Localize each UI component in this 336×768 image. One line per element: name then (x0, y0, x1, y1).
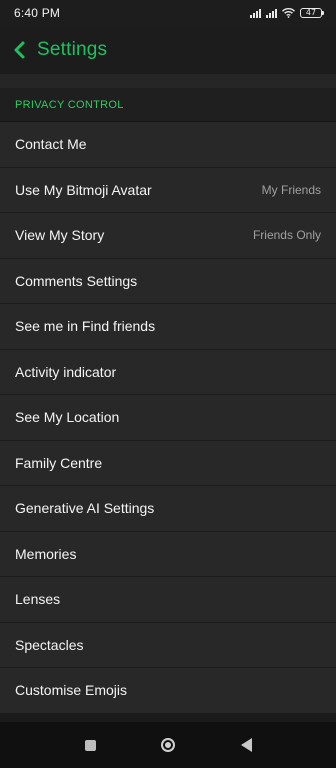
status-bar: 6:40 PM 47 (0, 0, 336, 26)
settings-item-label: Activity indicator (15, 363, 117, 380)
settings-item-customise-emojis[interactable]: Customise Emojis (0, 668, 336, 714)
chevron-left-icon[interactable] (12, 40, 28, 60)
section-header: PRIVACY CONTROL (0, 88, 336, 122)
home-circle-icon (161, 738, 175, 752)
settings-item-label: Generative AI Settings (15, 500, 155, 517)
settings-item-spectacles[interactable]: Spectacles (0, 622, 336, 668)
settings-item-family-centre[interactable]: Family Centre (0, 440, 336, 486)
status-time: 6:40 PM (14, 6, 61, 20)
settings-item-lenses[interactable]: Lenses (0, 577, 336, 623)
recents-button[interactable] (51, 739, 129, 751)
settings-item-label: Use My Bitmoji Avatar (15, 181, 152, 198)
settings-item-comments-settings[interactable]: Comments Settings (0, 258, 336, 304)
settings-item-value: Friends Only (252, 228, 321, 243)
wifi-icon (282, 8, 295, 18)
battery-icon: 47 (300, 8, 324, 18)
settings-item-label: Comments Settings (15, 272, 138, 289)
settings-item-memories[interactable]: Memories (0, 531, 336, 577)
settings-item-label: Family Centre (15, 454, 103, 471)
settings-item-label: View My Story (15, 227, 105, 244)
settings-item-label: Contact Me (15, 136, 87, 153)
settings-item-generative-ai[interactable]: Generative AI Settings (0, 486, 336, 532)
signal-icon (266, 8, 277, 18)
home-button[interactable] (129, 738, 207, 752)
settings-item-label: See me in Find friends (15, 318, 156, 335)
settings-item-view-my-story[interactable]: View My Story Friends Only (0, 213, 336, 259)
settings-item-find-friends[interactable]: See me in Find friends (0, 304, 336, 350)
header: Settings (0, 26, 336, 74)
status-icons: 47 (250, 8, 324, 18)
settings-item-label: Lenses (15, 591, 61, 608)
settings-list: Contact Me Use My Bitmoji Avatar My Frie… (0, 122, 336, 714)
back-button[interactable] (207, 738, 285, 752)
settings-item-activity-indicator[interactable]: Activity indicator (0, 349, 336, 395)
header-divider (0, 74, 336, 88)
signal-icon (250, 8, 261, 18)
system-nav-bar (0, 722, 336, 768)
recents-square-icon (84, 739, 96, 751)
settings-item-contact-me[interactable]: Contact Me (0, 122, 336, 168)
settings-item-label: See My Location (15, 409, 120, 426)
settings-item-see-my-location[interactable]: See My Location (0, 395, 336, 441)
settings-item-value: My Friends (261, 182, 321, 197)
settings-item-bitmoji-avatar[interactable]: Use My Bitmoji Avatar My Friends (0, 167, 336, 213)
page-title: Settings (37, 39, 108, 60)
back-triangle-icon (240, 738, 252, 752)
settings-item-label: Customise Emojis (15, 682, 128, 699)
settings-item-label: Memories (15, 545, 77, 562)
settings-item-label: Spectacles (15, 636, 84, 653)
